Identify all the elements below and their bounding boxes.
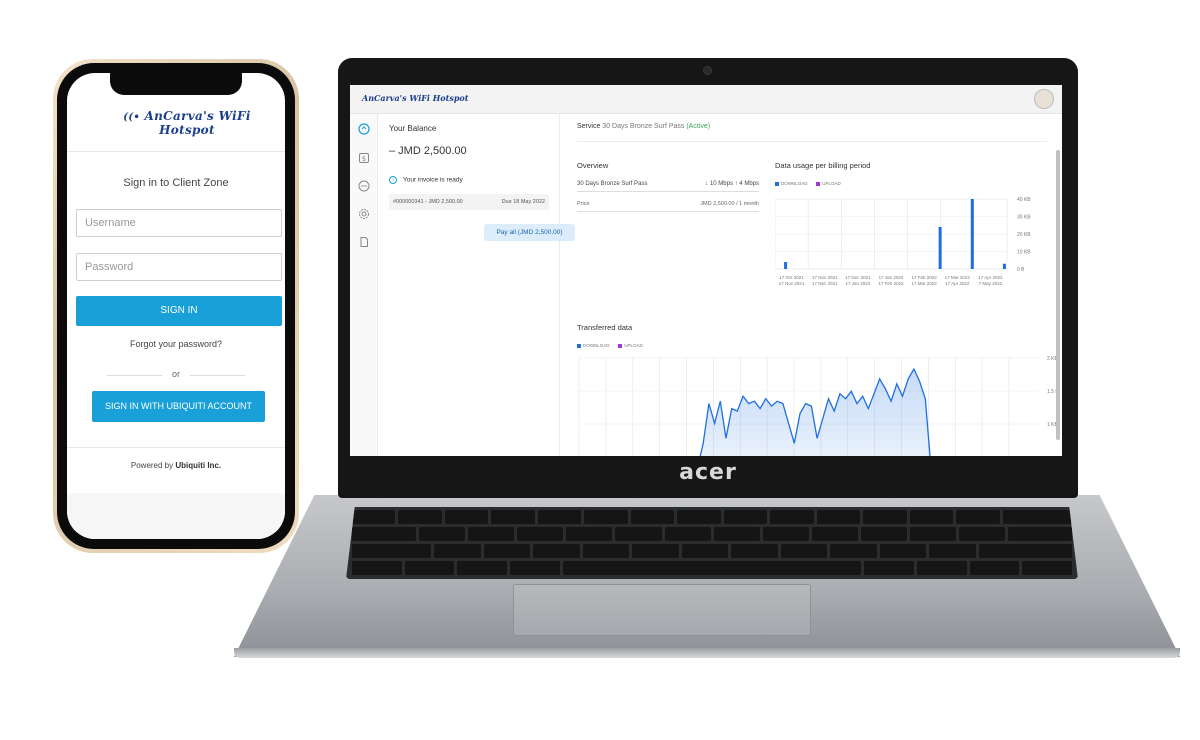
phone-notch — [110, 73, 242, 95]
laptop-front-edge — [234, 648, 1180, 658]
chart1-xtick-label: 17 Jan 2022 — [879, 275, 904, 280]
phone-logo-text: AnCarva's WiFi Hotspot — [144, 109, 251, 137]
phone-screen: ((• AnCarva's WiFi Hotspot Sign in to Cl… — [67, 73, 285, 539]
usage-legend: DOWNLOAD UPLOAD — [775, 181, 841, 186]
overview-plan-row: 30 Days Bronze Surf Pass ↓ 10 Mbps ↑ 4 M… — [577, 181, 759, 192]
overview-price-row: Price JMD 2,500.00 / 1 month — [577, 201, 759, 212]
app-topbar: AnCarva's WiFi Hotspot — [350, 85, 1062, 114]
chart1-xtick-label: 17 Nov 2021 — [779, 281, 805, 286]
legend-upload-label-2: UPLOAD — [624, 343, 643, 348]
acer-brand-logo: acer — [679, 460, 737, 485]
price-value: JMD 2,500.00 / 1 month — [700, 201, 759, 207]
chart1-xtick-label: 17 Oct 2021 — [779, 275, 804, 280]
legend-upload-label: UPLOAD — [822, 181, 841, 186]
legend-upload-swatch-2 — [618, 343, 623, 348]
chart1-ytick-label: 10 KB — [1017, 250, 1031, 256]
transferred-area-chart: 2 KB1.5 KB1 KB — [578, 356, 1057, 456]
chart1-ytick-label: 20 KB — [1017, 232, 1031, 238]
invoice-due-date: Due 18 May 2022 — [501, 199, 545, 205]
dashboard-icon[interactable] — [358, 123, 370, 135]
balance-panel: Your Balance – JMD 2,500.00 i Your invoic… — [378, 114, 575, 456]
chart1-xtick-label: 7 May 2022 — [979, 281, 1003, 286]
invoice-notice: i Your invoice is ready — [389, 176, 463, 184]
phone-hotspot-logo: ((• AnCarva's WiFi Hotspot — [107, 109, 267, 137]
overview-title: Overview — [577, 161, 609, 170]
chart1-ytick-label: 40 KB — [1017, 197, 1031, 203]
chart1-xtick-label: 17 Mar 2022 — [945, 275, 971, 280]
phone-bezel: ((• AnCarva's WiFi Hotspot Sign in to Cl… — [57, 63, 295, 549]
legend-download-label-2: DOWNLOAD — [583, 343, 610, 348]
phone-footer-area — [67, 493, 285, 539]
service-status-badge: (Active) — [686, 123, 711, 130]
powered-by-prefix: Powered by — [130, 461, 176, 470]
chart1-bar — [1002, 263, 1006, 269]
user-avatar[interactable] — [1034, 89, 1054, 109]
legend-download-swatch — [775, 181, 779, 186]
username-input[interactable]: Username — [76, 209, 282, 237]
chart1-xtick-label: 17 Apr 2022 — [978, 275, 1003, 280]
chart1-xtick-label: 17 Feb 2022 — [912, 275, 938, 280]
price-label: Price — [577, 201, 590, 207]
info-icon: i — [389, 176, 397, 184]
billing-icon[interactable]: $ — [358, 152, 370, 164]
powered-by-text: Powered by Ubiquiti Inc. — [67, 461, 285, 470]
chart1-xtick-label: 17 Mar 2022 — [912, 281, 938, 286]
or-separator: or — [107, 369, 245, 379]
chart1-ytick-label: 30 KB — [1017, 215, 1031, 221]
transferred-legend: DOWNLOAD UPLOAD — [577, 343, 643, 348]
balance-amount: – JMD 2,500.00 — [389, 145, 467, 157]
invoice-reference: #000000341 - JMD 2,500.00 — [393, 199, 463, 205]
invoice-notice-text: Your invoice is ready — [403, 176, 463, 184]
webcam-icon — [703, 66, 712, 75]
chart1-bar — [970, 199, 974, 269]
chart1-xtick-label: 17 Nov 2021 — [812, 275, 838, 280]
wifi-wave-icon: ((• — [123, 112, 141, 123]
legend-download-label: DOWNLOAD — [781, 181, 808, 186]
chart1-bar — [938, 227, 942, 269]
chat-icon[interactable] — [358, 180, 370, 192]
powered-by-brand: Ubiquiti Inc. — [175, 461, 222, 470]
phone-header-divider — [67, 151, 285, 152]
laptop-screen: AnCarva's WiFi Hotspot $ Your Balance – … — [350, 85, 1062, 456]
service-divider — [577, 141, 1047, 142]
settings-gear-icon[interactable] — [358, 208, 370, 220]
svg-text:$: $ — [362, 155, 366, 163]
laptop-touchpad — [513, 584, 811, 636]
ubiquiti-sign-in-button[interactable]: SIGN IN WITH UBIQUITI ACCOUNT — [92, 391, 265, 422]
overview-plan-name: 30 Days Bronze Surf Pass — [577, 181, 648, 187]
phone-page-title: Sign in to Client Zone — [123, 177, 229, 189]
app-logo: AnCarva's WiFi Hotspot — [362, 93, 469, 103]
service-line: Service 30 Days Bronze Surf Pass (Active… — [577, 123, 710, 130]
phone-footer-divider — [67, 447, 285, 448]
phone-device: ((• AnCarva's WiFi Hotspot Sign in to Cl… — [53, 59, 299, 553]
chart1-xtick-label: 17 Dec 2021 — [812, 281, 838, 286]
chart1-xtick-label: 17 Jan 2022 — [845, 281, 870, 286]
overview-speed: ↓ 10 Mbps ↑ 4 Mbps — [705, 181, 759, 187]
service-name: 30 Days Bronze Surf Pass — [602, 123, 685, 130]
balance-label: Your Balance — [389, 124, 437, 133]
chart1-bar — [784, 262, 788, 269]
legend-download-swatch-2 — [577, 343, 581, 348]
usage-bar-chart: 40 KB30 KB20 KB10 KB0 B17 Oct 202117 Nov… — [775, 197, 1031, 286]
left-nav: $ — [350, 114, 378, 456]
chart1-ytick-label: 0 B — [1017, 267, 1025, 273]
legend-upload-swatch — [816, 181, 821, 186]
forgot-password-link[interactable]: Forgot your password? — [67, 339, 285, 349]
service-label: Service — [577, 123, 601, 130]
main-content: Service 30 Days Bronze Surf Pass (Active… — [560, 114, 1062, 456]
chart1-xtick-label: 17 Dec 2021 — [845, 275, 871, 280]
chart1-xtick-label: 17 Apr 2022 — [945, 281, 970, 286]
sign-in-button[interactable]: SIGN IN — [76, 296, 282, 326]
password-input[interactable]: Password — [76, 253, 282, 281]
transferred-data-title: Transferred data — [577, 323, 633, 332]
laptop-keyboard — [346, 507, 1078, 579]
content-scrollbar[interactable] — [1056, 150, 1060, 440]
document-icon[interactable] — [358, 236, 370, 248]
invoice-row[interactable]: #000000341 - JMD 2,500.00 Due 18 May 202… — [389, 194, 549, 210]
chart1-xtick-label: 17 Feb 2022 — [878, 281, 904, 286]
data-usage-title: Data usage per billing period — [775, 161, 871, 170]
